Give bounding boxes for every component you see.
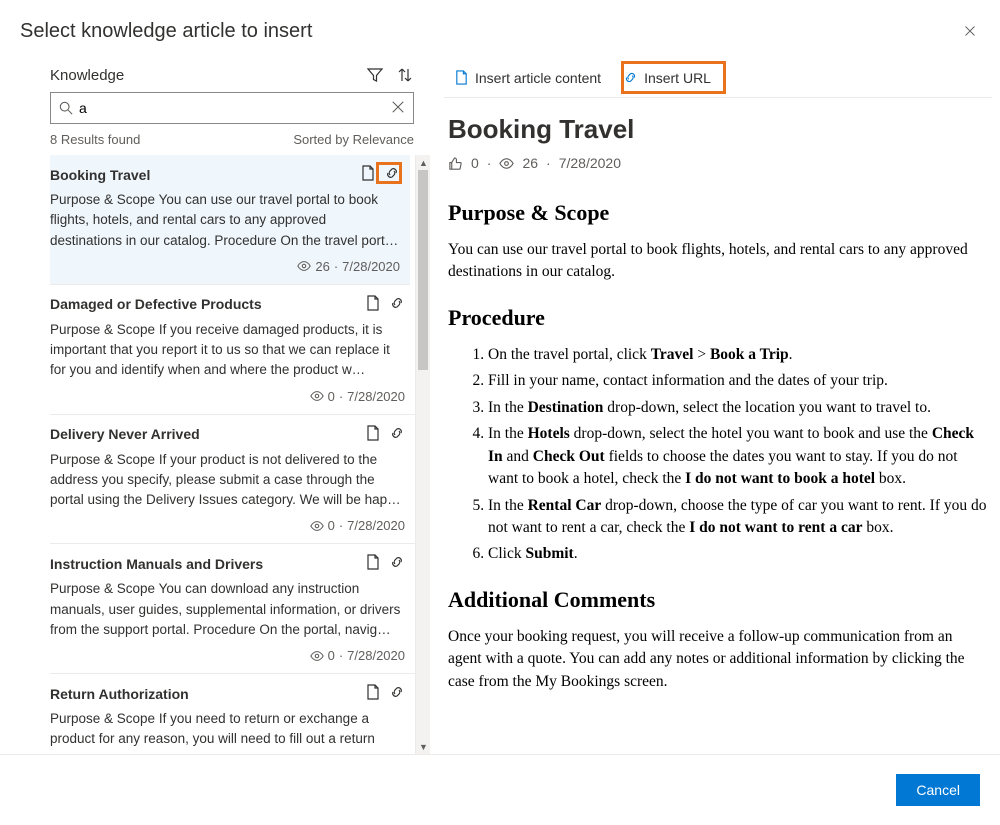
document-icon bbox=[360, 165, 376, 181]
dialog-title: Select knowledge article to insert bbox=[20, 20, 312, 43]
heading-additional: Additional Comments bbox=[448, 584, 988, 616]
eye-icon bbox=[310, 519, 324, 533]
article-item[interactable]: Delivery Never Arrived Purpose & Scope If… bbox=[50, 415, 415, 545]
article-meta: 0·7/28/2020 bbox=[50, 389, 405, 404]
preview-body: Purpose & Scope You can use our travel p… bbox=[448, 197, 988, 693]
search-input[interactable] bbox=[73, 100, 391, 116]
document-icon bbox=[365, 295, 381, 311]
article-snippet: Purpose & Scope If your product is not d… bbox=[50, 450, 405, 511]
document-icon bbox=[454, 70, 469, 85]
insert-content-action[interactable] bbox=[365, 554, 381, 573]
article-title: Instruction Manuals and Drivers bbox=[50, 556, 263, 572]
sort-button[interactable] bbox=[396, 66, 414, 84]
insert-url-action[interactable] bbox=[389, 295, 405, 314]
highlight-insert-url-action bbox=[376, 162, 402, 184]
article-date: 7/28/2020 bbox=[347, 389, 405, 404]
eye-icon bbox=[297, 259, 311, 273]
heading-procedure: Procedure bbox=[448, 302, 988, 334]
insert-url-action[interactable] bbox=[389, 425, 405, 444]
article-title: Delivery Never Arrived bbox=[50, 426, 200, 442]
scroll-down-icon[interactable]: ▼ bbox=[416, 739, 430, 754]
article-views: 0 bbox=[328, 389, 335, 404]
scroll-thumb[interactable] bbox=[418, 170, 428, 370]
search-box[interactable] bbox=[50, 92, 414, 124]
article-meta: 0·7/28/2020 bbox=[50, 648, 405, 663]
dialog-footer: Cancel bbox=[0, 755, 1000, 825]
knowledge-label: Knowledge bbox=[50, 67, 124, 84]
article-item[interactable]: Damaged or Defective Products Purpose & S… bbox=[50, 285, 415, 415]
preview-title: Booking Travel bbox=[448, 114, 988, 145]
search-icon bbox=[59, 101, 73, 115]
paragraph-purpose: You can use our travel portal to book fl… bbox=[448, 239, 988, 284]
close-button[interactable] bbox=[960, 20, 980, 44]
link-icon bbox=[389, 554, 405, 570]
article-snippet: Purpose & Scope You can download any ins… bbox=[50, 579, 405, 640]
clear-search-button[interactable] bbox=[391, 100, 405, 117]
preview-date: 7/28/2020 bbox=[559, 155, 621, 171]
preview-toolbar: Insert article content Insert URL bbox=[444, 58, 992, 98]
article-views: 0 bbox=[328, 648, 335, 663]
preview-likes: 0 bbox=[471, 155, 479, 171]
scroll-up-icon[interactable]: ▲ bbox=[416, 155, 430, 170]
document-icon bbox=[365, 425, 381, 441]
article-views: 0 bbox=[328, 518, 335, 533]
insert-content-action[interactable] bbox=[360, 165, 376, 184]
link-icon bbox=[389, 295, 405, 311]
thumb-icon bbox=[448, 156, 463, 171]
close-icon bbox=[391, 100, 405, 114]
highlight-insert-url bbox=[621, 61, 726, 94]
insert-content-action[interactable] bbox=[365, 684, 381, 703]
insert-content-action[interactable] bbox=[365, 295, 381, 314]
results-count: 8 Results found bbox=[50, 132, 140, 147]
article-views: 26 bbox=[315, 259, 329, 274]
search-panel: Knowledge 8 Results found Sorted by Rele… bbox=[0, 58, 430, 754]
article-snippet: Purpose & Scope If you receive damaged p… bbox=[50, 320, 405, 381]
article-item[interactable]: Return Authorization Purpose & Scope If y… bbox=[50, 674, 415, 754]
article-title: Booking Travel bbox=[50, 167, 150, 183]
link-icon bbox=[389, 425, 405, 441]
eye-icon bbox=[310, 649, 324, 663]
scrollbar[interactable]: ▲ ▼ bbox=[415, 155, 430, 754]
heading-purpose: Purpose & Scope bbox=[448, 197, 988, 229]
document-icon bbox=[365, 554, 381, 570]
article-list: Booking Travel Purpose & Scope You can us… bbox=[50, 155, 415, 754]
article-snippet: Purpose & Scope If you need to return or… bbox=[50, 709, 405, 750]
eye-icon bbox=[499, 156, 514, 171]
article-title: Damaged or Defective Products bbox=[50, 296, 262, 312]
cancel-button[interactable]: Cancel bbox=[896, 774, 980, 806]
article-date: 7/28/2020 bbox=[342, 259, 400, 274]
insert-content-action[interactable] bbox=[365, 425, 381, 444]
sorted-by: Sorted by Relevance bbox=[293, 132, 414, 147]
article-item[interactable]: Instruction Manuals and Drivers Purpose &… bbox=[50, 544, 415, 674]
procedure-steps: On the travel portal, click Travel > Boo… bbox=[448, 344, 988, 566]
close-icon bbox=[964, 25, 976, 37]
insert-content-button[interactable]: Insert article content bbox=[444, 64, 611, 92]
link-icon bbox=[389, 684, 405, 700]
article-meta: 26·7/28/2020 bbox=[50, 259, 400, 274]
insert-url-action[interactable] bbox=[389, 684, 405, 703]
eye-icon bbox=[310, 389, 324, 403]
article-title: Return Authorization bbox=[50, 686, 189, 702]
article-item[interactable]: Booking Travel Purpose & Scope You can us… bbox=[50, 155, 410, 285]
preview-panel: Insert article content Insert URL Bookin… bbox=[430, 58, 1000, 754]
paragraph-additional: Once your booking request, you will rece… bbox=[448, 626, 988, 693]
insert-content-label: Insert article content bbox=[475, 70, 601, 86]
article-meta: 0·7/28/2020 bbox=[50, 518, 405, 533]
article-date: 7/28/2020 bbox=[347, 518, 405, 533]
preview-stats: 0 · 26 · 7/28/2020 bbox=[448, 155, 988, 171]
document-icon bbox=[365, 684, 381, 700]
article-date: 7/28/2020 bbox=[347, 648, 405, 663]
insert-url-action[interactable] bbox=[389, 554, 405, 573]
article-snippet: Purpose & Scope You can use our travel p… bbox=[50, 190, 400, 251]
filter-icon bbox=[367, 67, 383, 83]
preview-views: 26 bbox=[522, 155, 538, 171]
filter-button[interactable] bbox=[366, 66, 384, 84]
sort-icon bbox=[397, 67, 413, 83]
